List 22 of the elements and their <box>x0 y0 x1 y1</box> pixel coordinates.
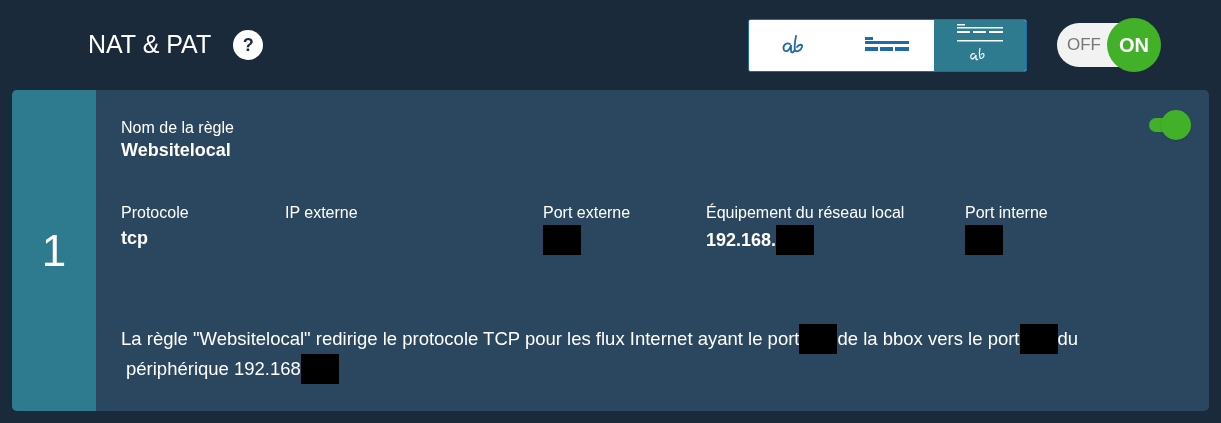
field-label: Équipement du réseau local <box>706 202 906 223</box>
redaction-bar <box>300 354 339 384</box>
redaction-bar <box>799 324 838 354</box>
rule-description: de la bbox vers le port <box>837 327 1020 351</box>
rule-toggle[interactable] <box>1147 110 1191 140</box>
rule-description: La règle "Websitelocal" redirige le protocole TCP pour les flux Internet ayant le port <box>121 327 800 351</box>
field-label: Protocole <box>121 203 190 223</box>
page-title: NAT & PAT <box>88 29 212 61</box>
view-mode-tab[interactable] <box>933 19 1026 71</box>
rule-name-label: Nom de la règle <box>121 118 234 138</box>
rule-description: périphérique 192.168 <box>126 357 301 381</box>
help-button[interactable]: ? <box>233 30 264 60</box>
rule-description: du <box>1057 327 1079 351</box>
field-label: Port externe <box>543 203 632 223</box>
rule-name: Websitelocal <box>121 139 232 162</box>
list-icon <box>865 37 910 53</box>
rule-number: 1 <box>41 224 67 277</box>
field-value: tcp <box>121 227 148 250</box>
field-value: 192.168. <box>706 229 777 252</box>
field-label: IP externe <box>285 203 359 223</box>
redaction-bar <box>1019 324 1058 354</box>
field-label: Port interne <box>965 203 1049 223</box>
